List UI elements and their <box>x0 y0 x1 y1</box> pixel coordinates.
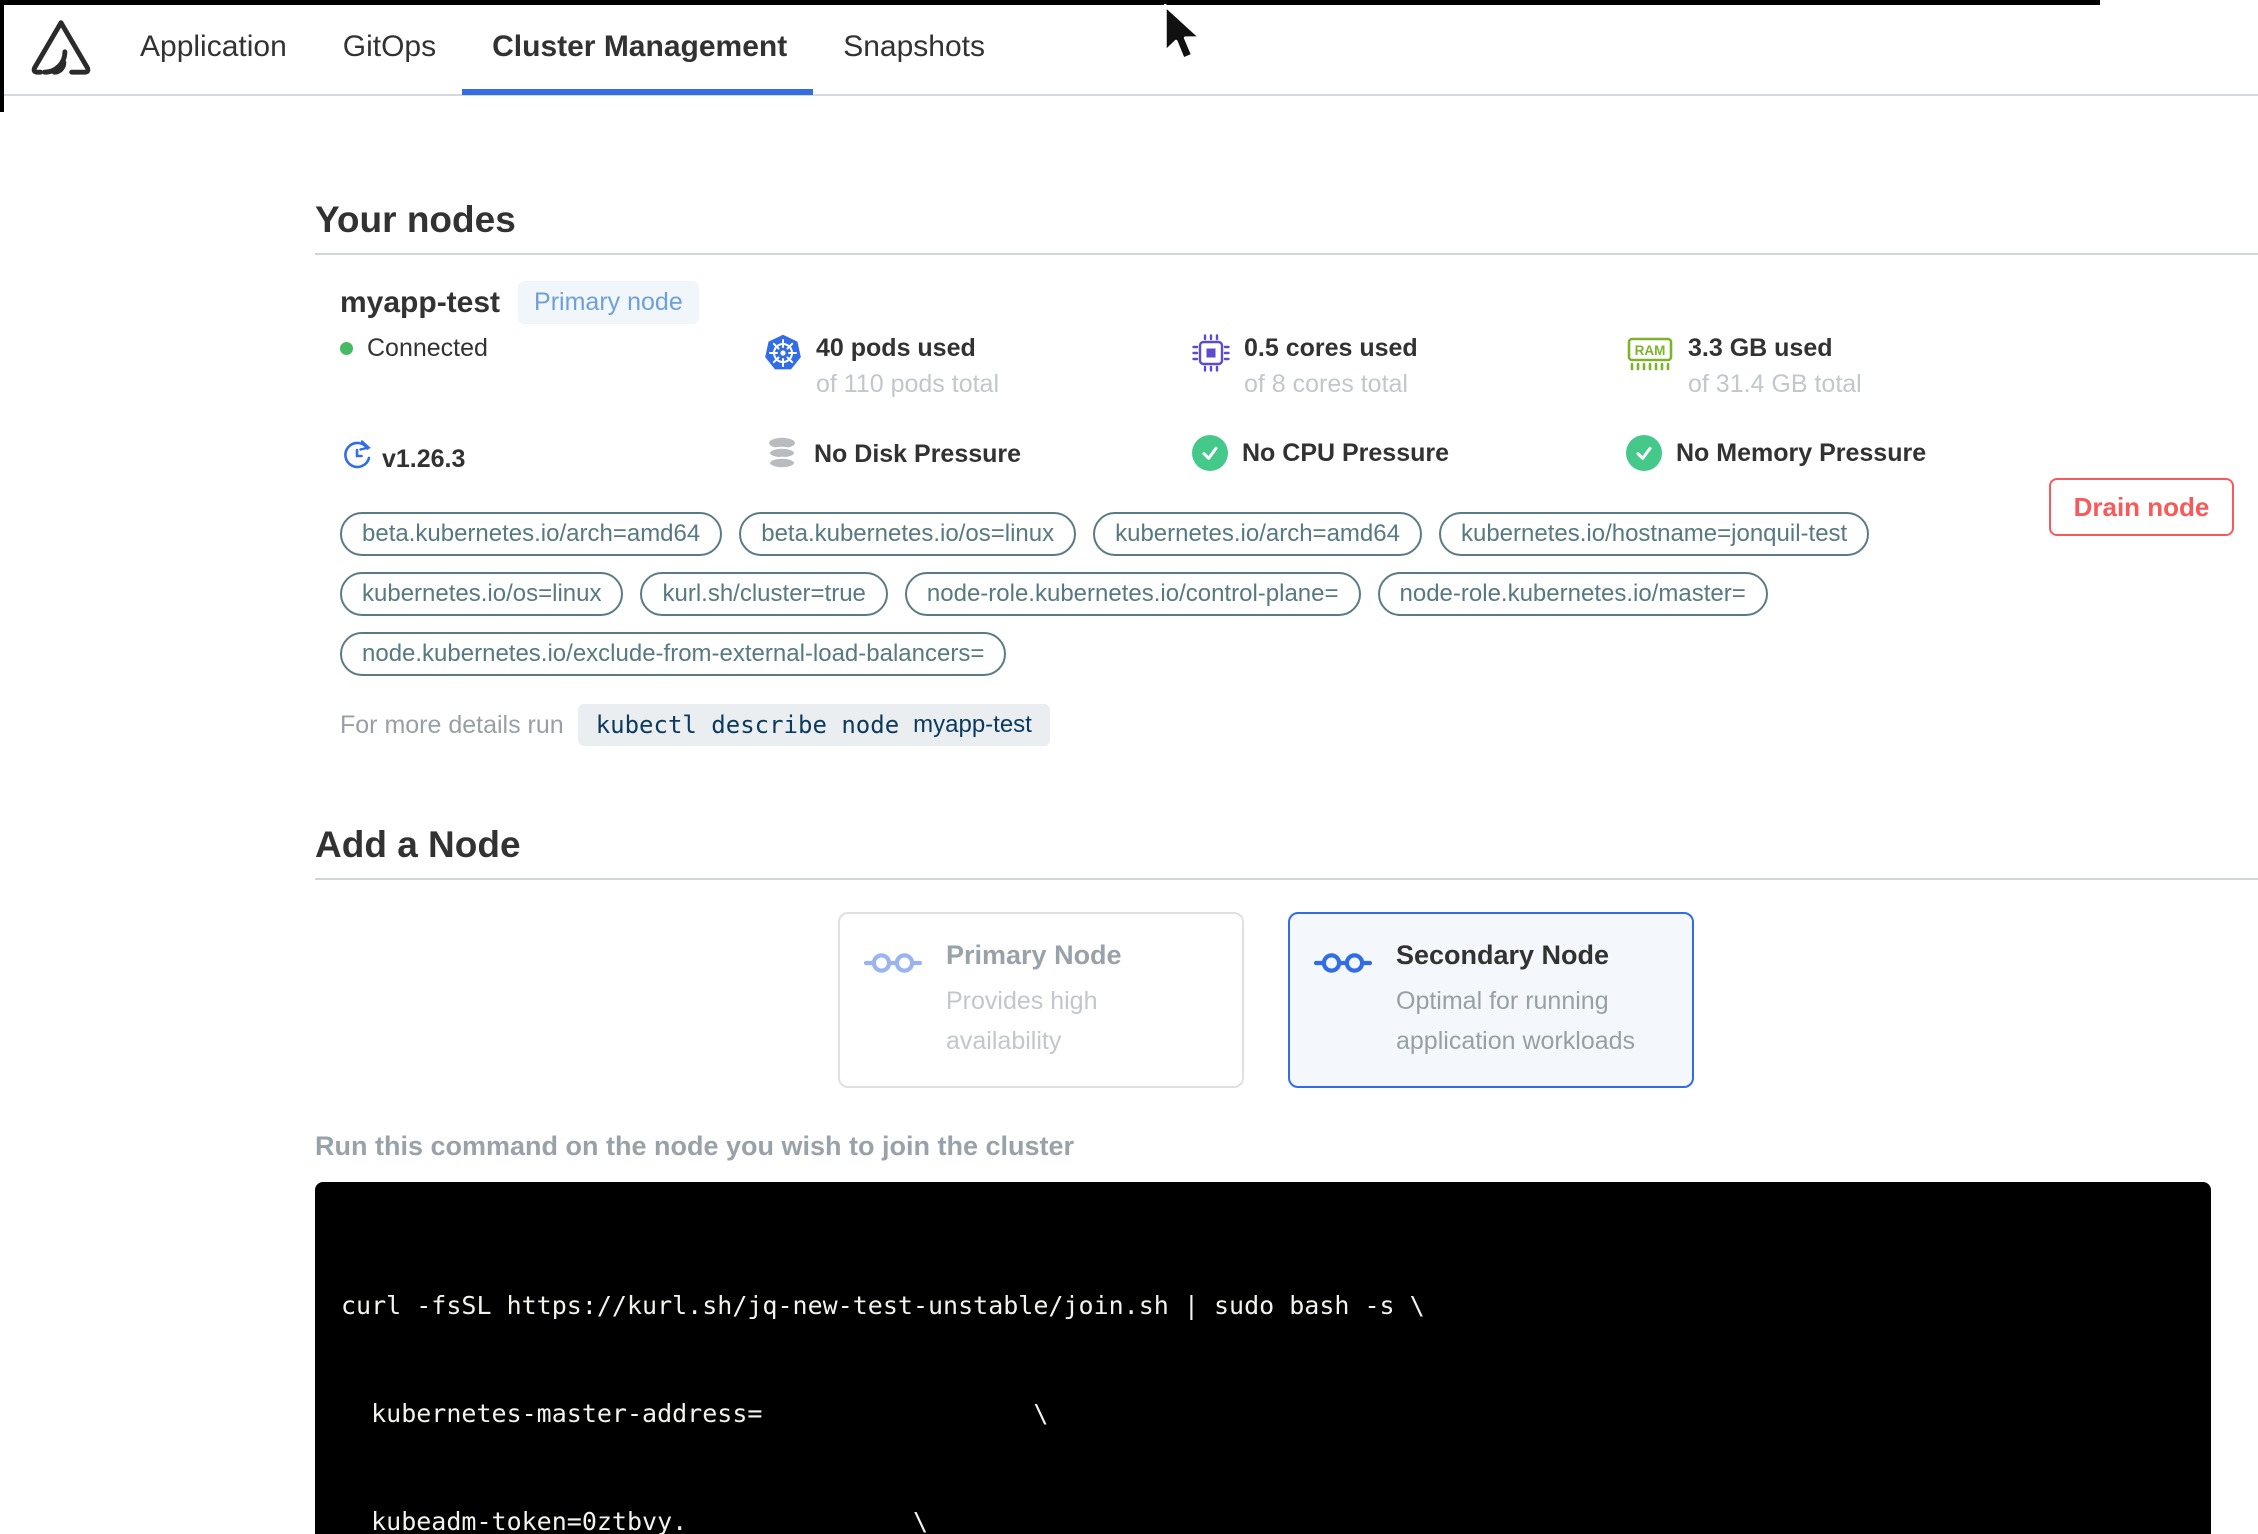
main-content: Your nodes myapp-test Primary node Conne… <box>0 199 2258 1534</box>
secondary-node-option-desc: Optimal for running application workload… <box>1396 987 1636 1055</box>
cpu-pressure-label: No CPU Pressure <box>1242 438 1450 467</box>
join-command-line: kubeadm-token=0ztbvy. \ <box>341 1507 928 1534</box>
cores-used: 0.5 cores used <box>1244 334 1418 362</box>
details-prefix: For more details run <box>340 710 564 739</box>
node-name-row: myapp-test Primary node <box>340 281 2258 324</box>
drain-node-button[interactable]: Drain node <box>2049 478 2234 536</box>
memory-used: 3.3 GB used <box>1688 334 1833 362</box>
ram-icon: RAM <box>1627 337 1673 371</box>
node-labels: beta.kubernetes.io/arch=amd64 beta.kuber… <box>340 512 2258 676</box>
node-label-pill: kurl.sh/cluster=true <box>640 572 888 616</box>
nav-tabs: Application GitOps Cluster Management Sn… <box>140 0 1041 95</box>
svg-text:RAM: RAM <box>1635 343 1666 358</box>
node-version: v1.26.3 <box>340 435 764 474</box>
page: { "header": { "logo_icon": "replicated-l… <box>0 0 2258 1534</box>
cores-stat: 0.5 cores used of 8 cores total <box>1192 334 1626 399</box>
join-command-line: kubernetes-master-address= \ <box>341 1399 1049 1428</box>
node-card: myapp-test Primary node Connected 40 pod… <box>315 255 2258 746</box>
kubernetes-icon <box>765 334 801 370</box>
join-command-line: curl -fsSL https://kurl.sh/jq-new-test-u… <box>341 1291 1425 1320</box>
memory-pressure-label: No Memory Pressure <box>1676 438 1927 467</box>
top-nav: Application GitOps Cluster Management Sn… <box>0 0 2258 96</box>
node-name: myapp-test <box>340 285 501 319</box>
check-icon <box>1626 435 1662 471</box>
join-command-block: curl -fsSL https://kurl.sh/jq-new-test-u… <box>315 1182 2211 1534</box>
pods-used: 40 pods used <box>816 334 976 362</box>
check-icon <box>1192 435 1228 471</box>
disk-pressure: No Disk Pressure <box>764 435 1192 473</box>
primary-node-option-title: Primary Node <box>946 940 1122 970</box>
kubectl-command: kubectl describe node <box>595 711 900 739</box>
node-label-pill: kubernetes.io/arch=amd64 <box>1093 512 1422 556</box>
node-label-pill: kubernetes.io/hostname=jonquil-test <box>1438 512 1870 556</box>
your-nodes-title: Your nodes <box>315 199 516 240</box>
disk-pressure-label: No Disk Pressure <box>814 439 1022 468</box>
disk-database-icon <box>768 437 796 470</box>
node-label-pill: node-role.kubernetes.io/master= <box>1377 572 1768 616</box>
tab-application[interactable]: Application <box>140 0 287 94</box>
primary-node-badge: Primary node <box>518 281 699 324</box>
window-top-edge <box>0 0 2100 5</box>
node-label-pill: node-role.kubernetes.io/control-plane= <box>904 572 1361 616</box>
tab-snapshots[interactable]: Snapshots <box>843 0 985 94</box>
app-logo[interactable] <box>30 0 92 94</box>
tab-gitops[interactable]: GitOps <box>343 0 436 94</box>
cpu-pressure: No CPU Pressure <box>1192 435 1626 471</box>
primary-node-option[interactable]: Primary Node Provides high availability <box>838 912 1244 1088</box>
primary-node-option-desc: Provides high availability <box>946 987 1098 1055</box>
memory-stat: RAM 3.3 GB used of 31.4 GB total <box>1626 334 2258 399</box>
secondary-node-option[interactable]: Secondary Node Optimal for running appli… <box>1288 912 1694 1088</box>
node-stats-grid: Connected 40 pods used of 110 pods total… <box>340 334 2258 474</box>
pods-total: of 110 pods total <box>816 370 1000 398</box>
tab-cluster-management[interactable]: Cluster Management <box>462 0 814 95</box>
memory-pressure: No Memory Pressure <box>1626 435 2258 471</box>
cpu-chip-icon <box>1192 334 1230 372</box>
replicated-logo-icon <box>31 20 91 75</box>
memory-total: of 31.4 GB total <box>1688 370 1862 398</box>
add-node-title: Add a Node <box>315 824 521 865</box>
node-type-options: Primary Node Provides high availability … <box>838 912 2258 1088</box>
node-version-label: v1.26.3 <box>382 445 466 473</box>
node-details-row: For more details run kubectl describe no… <box>340 704 2258 746</box>
linked-nodes-icon <box>863 950 923 1060</box>
node-label-pill: node.kubernetes.io/exclude-from-external… <box>340 632 1007 676</box>
kubectl-command-arg: myapp-test <box>913 711 1032 738</box>
secondary-node-option-title: Secondary Node <box>1396 940 1610 970</box>
node-label-pill: beta.kubernetes.io/arch=amd64 <box>340 512 723 556</box>
linked-nodes-icon <box>1313 950 1373 1060</box>
join-command-instruction: Run this command on the node you wish to… <box>315 1131 1075 1161</box>
node-status-label: Connected <box>367 334 488 362</box>
window-left-edge <box>0 0 4 112</box>
node-label-pill: kubernetes.io/os=linux <box>340 572 624 616</box>
section-divider <box>315 878 2258 880</box>
kubectl-describe-chip: kubectl describe node myapp-test <box>577 704 1050 746</box>
version-clock-icon <box>344 439 371 468</box>
connected-dot-icon <box>340 342 353 355</box>
node-label-pill: beta.kubernetes.io/os=linux <box>739 512 1077 556</box>
cores-total: of 8 cores total <box>1244 370 1408 398</box>
node-status: Connected <box>340 334 764 363</box>
pods-stat: 40 pods used of 110 pods total <box>764 334 1192 399</box>
